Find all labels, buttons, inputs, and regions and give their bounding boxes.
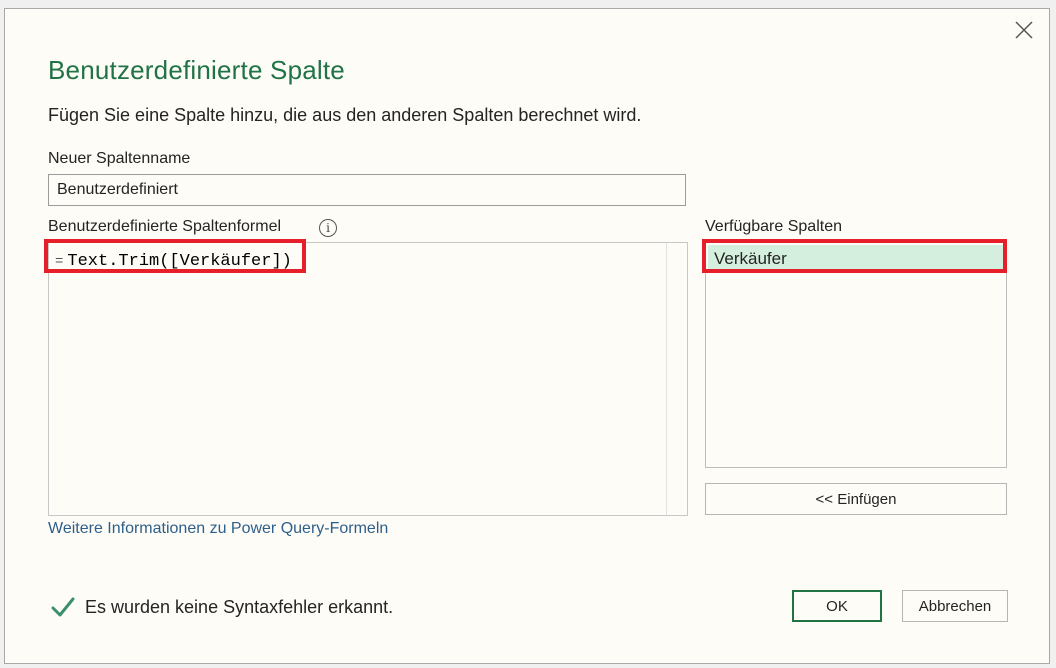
ok-button[interactable]: OK — [792, 590, 882, 622]
dialog-title: Benutzerdefinierte Spalte — [48, 55, 345, 85]
list-item[interactable]: Verkäufer — [708, 245, 1004, 273]
formula-editor[interactable]: = Text.Trim([Verkäufer]) — [48, 242, 688, 516]
new-column-name-input[interactable] — [48, 174, 686, 206]
formula-line[interactable]: = Text.Trim([Verkäufer]) — [55, 249, 292, 275]
insert-button[interactable]: << Einfügen — [705, 483, 1007, 515]
formula-expression: Text.Trim([Verkäufer]) — [67, 252, 292, 271]
info-icon[interactable]: i — [319, 219, 337, 237]
power-query-help-link[interactable]: Weitere Informationen zu Power Query-For… — [48, 520, 388, 538]
syntax-status: Es wurden keine Syntaxfehler erkannt. — [51, 595, 393, 619]
formula-scrollbar[interactable] — [666, 243, 667, 515]
dialog-subtitle: Fügen Sie eine Spalte hinzu, die aus den… — [48, 105, 642, 125]
close-icon[interactable] — [1013, 19, 1035, 41]
syntax-status-text: Es wurden keine Syntaxfehler erkannt. — [85, 596, 394, 617]
cancel-button[interactable]: Abbrechen — [902, 590, 1008, 622]
new-column-name-label: Neuer Spaltenname — [48, 150, 191, 167]
custom-column-dialog: Benutzerdefinierte Spalte Fügen Sie eine… — [4, 8, 1050, 664]
available-columns-label: Verfügbare Spalten — [705, 218, 842, 235]
formula-label: Benutzerdefinierte Spaltenformel — [48, 218, 282, 235]
available-columns-list[interactable]: Verkäufer — [705, 242, 1007, 468]
formula-prefix: = — [55, 254, 64, 270]
check-icon — [51, 597, 75, 617]
